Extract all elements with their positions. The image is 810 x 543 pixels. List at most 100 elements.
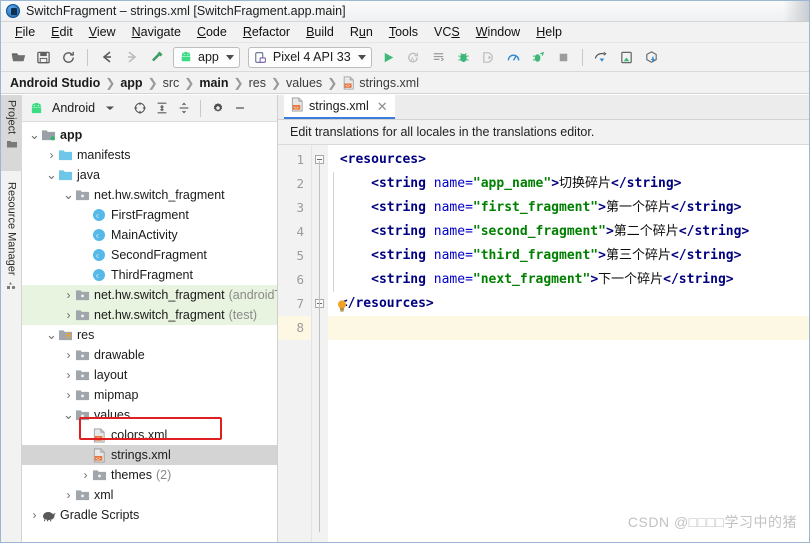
chevron-right-icon[interactable]: › xyxy=(28,508,41,522)
build-hammer-icon[interactable] xyxy=(145,46,168,69)
tree-node-colors-xml[interactable]: <> colors.xml xyxy=(22,425,277,445)
apply-changes-icon[interactable]: A xyxy=(402,46,425,69)
run-coverage-icon[interactable] xyxy=(527,46,550,69)
code-text-area[interactable]: <resources> <string name="app_name">切换碎片… xyxy=(328,145,809,542)
chevron-right-icon[interactable]: › xyxy=(62,368,75,382)
tree-node-java[interactable]: ⌄ java xyxy=(22,165,277,185)
tree-node-mainactivity[interactable]: c MainActivity xyxy=(22,225,277,245)
device-selector[interactable]: Pixel 4 API 33 xyxy=(247,46,372,68)
menu-item-window[interactable]: Window xyxy=(468,23,528,41)
chevron-right-icon[interactable]: › xyxy=(79,468,92,482)
chevron-right-icon[interactable]: › xyxy=(45,148,58,162)
menu-item-file[interactable]: File xyxy=(7,23,43,41)
expand-all-icon[interactable] xyxy=(152,99,171,118)
fold-region-start[interactable] xyxy=(312,148,328,172)
tree-node-gradle-scripts[interactable]: › Gradle Scripts xyxy=(22,505,277,525)
breadcrumb-item-values[interactable]: values xyxy=(286,76,322,90)
stop-icon[interactable] xyxy=(552,46,575,69)
code-line[interactable]: <resources> xyxy=(328,148,809,172)
open-folder-icon[interactable] xyxy=(7,46,30,69)
chevron-down-icon[interactable] xyxy=(100,99,119,118)
code-line[interactable]: <string name="next_fragment">下一个碎片</stri… xyxy=(328,268,809,292)
code-line[interactable] xyxy=(328,316,809,340)
profiler-icon[interactable] xyxy=(502,46,525,69)
tree-node-thirdfragment[interactable]: c ThirdFragment xyxy=(22,265,277,285)
chevron-down-icon[interactable]: ⌄ xyxy=(62,408,75,422)
chevron-right-icon[interactable]: › xyxy=(62,348,75,362)
forward-arrow-icon[interactable] xyxy=(120,46,143,69)
module-selector[interactable]: app xyxy=(173,46,240,68)
apply-code-changes-icon[interactable] xyxy=(427,46,450,69)
gradle-sync-icon[interactable] xyxy=(640,46,663,69)
code-line[interactable]: </resources> xyxy=(328,292,809,316)
save-icon[interactable] xyxy=(32,46,55,69)
debug-icon[interactable] xyxy=(452,46,475,69)
breadcrumb-item-res[interactable]: res xyxy=(249,76,266,90)
breadcrumb-item-app[interactable]: app xyxy=(120,76,142,90)
tree-node-manifests[interactable]: › manifests xyxy=(22,145,277,165)
sync-icon[interactable] xyxy=(57,46,80,69)
tree-node-app[interactable]: ⌄ app xyxy=(22,125,277,145)
menu-item-code[interactable]: Code xyxy=(189,23,235,41)
attach-debugger-icon[interactable] xyxy=(477,46,500,69)
back-arrow-icon[interactable] xyxy=(95,46,118,69)
tree-node-res[interactable]: ⌄ res xyxy=(22,325,277,345)
run-icon[interactable] xyxy=(377,46,400,69)
chevron-down-icon[interactable]: ⌄ xyxy=(45,168,58,182)
chevron-right-icon[interactable]: › xyxy=(62,288,75,302)
menu-item-navigate[interactable]: Navigate xyxy=(124,23,189,41)
chevron-right-icon[interactable]: › xyxy=(62,308,75,322)
tree-node-layout[interactable]: › layout xyxy=(22,365,277,385)
project-view-selector-label[interactable]: Android xyxy=(52,101,95,115)
code-line[interactable]: <string name="app_name">切换碎片</string> xyxy=(328,172,809,196)
code-editor[interactable]: 12345678 <resources> <string name="app_n… xyxy=(278,145,809,542)
tree-node-themes[interactable]: › themes (2) xyxy=(22,465,277,485)
breadcrumb-item-android-studio[interactable]: Android Studio xyxy=(10,76,100,90)
menu-item-tools[interactable]: Tools xyxy=(381,23,426,41)
chevron-down-icon[interactable]: ⌄ xyxy=(28,128,41,142)
hide-panel-icon[interactable] xyxy=(230,99,249,118)
project-tree[interactable]: ⌄ app › manifests ⌄ java ⌄ net.hw.switch_fragme… xyxy=(22,122,277,542)
breadcrumb-item-main[interactable]: main xyxy=(199,76,228,90)
tree-node-values[interactable]: ⌄ values xyxy=(22,405,277,425)
tree-node-net-hw-switch-fragment[interactable]: › net.hw.switch_fragment(androidTest) xyxy=(22,285,277,305)
tree-node-xml[interactable]: › xml xyxy=(22,485,277,505)
tree-node-drawable[interactable]: › drawable xyxy=(22,345,277,365)
tree-node-secondfragment[interactable]: c SecondFragment xyxy=(22,245,277,265)
chevron-right-icon[interactable]: › xyxy=(62,488,75,502)
sidebar-item-project[interactable]: Project xyxy=(1,95,22,171)
tree-node-label: app xyxy=(60,128,83,142)
code-line[interactable]: <string name="second_fragment">第二个碎片</st… xyxy=(328,220,809,244)
chevron-right-icon[interactable]: › xyxy=(62,388,75,402)
code-line[interactable]: <string name="third_fragment">第三个碎片</str… xyxy=(328,244,809,268)
menu-item-edit[interactable]: Edit xyxy=(43,23,81,41)
select-opened-file-icon[interactable] xyxy=(130,99,149,118)
fold-region-end[interactable] xyxy=(312,292,328,316)
menu-item-refactor[interactable]: Refactor xyxy=(235,23,298,41)
menu-item-view[interactable]: View xyxy=(81,23,124,41)
tree-node-firstfragment[interactable]: c FirstFragment xyxy=(22,205,277,225)
code-folding-gutter[interactable] xyxy=(312,145,328,542)
tree-node-strings-xml[interactable]: <> strings.xml xyxy=(22,445,277,465)
chevron-down-icon[interactable]: ⌄ xyxy=(62,188,75,202)
code-line[interactable]: <string name="first_fragment">第一个碎片</str… xyxy=(328,196,809,220)
close-icon[interactable]: ✕ xyxy=(377,100,388,113)
chevron-down-icon[interactable]: ⌄ xyxy=(45,328,58,342)
breadcrumb-item-src[interactable]: src xyxy=(163,76,180,90)
menu-item-run[interactable]: Run xyxy=(342,23,381,41)
sidebar-item-resource-manager[interactable]: Resource Manager xyxy=(1,177,22,309)
editor-tab-strings-xml[interactable]: <> strings.xml ✕ xyxy=(284,95,395,119)
avd-manager-icon[interactable] xyxy=(615,46,638,69)
breadcrumb-item-strings-xml[interactable]: strings.xml xyxy=(359,76,419,90)
tree-node-net-hw-switch-fragment[interactable]: › net.hw.switch_fragment (test) xyxy=(22,305,277,325)
intention-bulb-icon[interactable] xyxy=(336,299,348,313)
menu-item-help[interactable]: Help xyxy=(528,23,570,41)
sdk-manager-icon[interactable] xyxy=(590,46,613,69)
settings-gear-icon[interactable] xyxy=(208,99,227,118)
tree-node-net-hw-switch-fragment[interactable]: ⌄ net.hw.switch_fragment xyxy=(22,185,277,205)
menu-item-vcs[interactable]: VCS xyxy=(426,23,468,41)
menu-item-build[interactable]: Build xyxy=(298,23,342,41)
tree-node-mipmap[interactable]: › mipmap xyxy=(22,385,277,405)
collapse-all-icon[interactable] xyxy=(174,99,193,118)
